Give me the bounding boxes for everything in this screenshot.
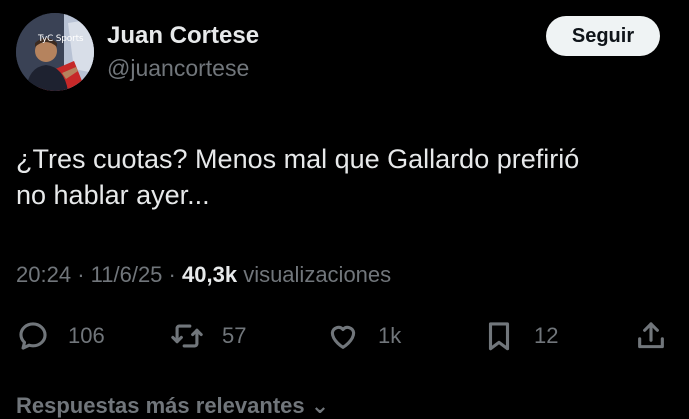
tweet-text-line: no hablar ayer... — [16, 180, 210, 210]
more-replies-toggle[interactable]: Respuestas más relevantes ⌄ — [16, 393, 329, 419]
author-handle[interactable]: @juancortese — [107, 55, 249, 82]
bookmark-icon — [488, 322, 510, 351]
reply-icon — [19, 322, 47, 350]
share-icon — [638, 322, 664, 349]
follow-button[interactable]: Seguir — [546, 16, 660, 56]
tweet-time[interactable]: 20:24 — [16, 262, 71, 287]
tweet-meta: 20:24 · 11/6/25 · 40,3k visualizaciones — [16, 262, 391, 288]
views-count: 40,3k — [182, 262, 238, 287]
meta-separator: · — [168, 262, 182, 287]
author-display-name[interactable]: Juan Cortese — [107, 22, 259, 50]
repost-count: 57 — [222, 323, 247, 348]
author-avatar[interactable]: TyC Sports — [16, 13, 94, 91]
tweet-text-line: ¿Tres cuotas? Menos mal que Gallardo pre… — [16, 144, 580, 174]
meta-separator: · — [77, 262, 91, 287]
bookmark-button[interactable]: 12 — [482, 316, 558, 356]
chevron-down-icon: ⌄ — [310, 393, 330, 418]
views-label: visualizaciones — [243, 262, 392, 287]
tweet-date[interactable]: 11/6/25 — [91, 262, 163, 287]
reply-count: 106 — [68, 323, 105, 348]
bookmark-count: 12 — [534, 323, 559, 348]
like-button[interactable]: 1k — [326, 316, 401, 356]
repost-icon — [171, 324, 203, 348]
repost-button[interactable]: 57 — [170, 316, 246, 356]
tweet-actions: 106 57 1k 12 — [16, 316, 672, 356]
avatar-logo-text: TyC Sports — [38, 34, 84, 44]
reply-button[interactable]: 106 — [16, 316, 105, 356]
more-replies-label: Respuestas más relevantes — [16, 393, 305, 418]
tweet-text: ¿Tres cuotas? Menos mal que Gallardo pre… — [16, 141, 656, 213]
share-button[interactable] — [634, 316, 668, 356]
like-count: 1k — [378, 323, 402, 348]
avatar-photo — [16, 13, 94, 91]
heart-icon — [330, 325, 356, 349]
